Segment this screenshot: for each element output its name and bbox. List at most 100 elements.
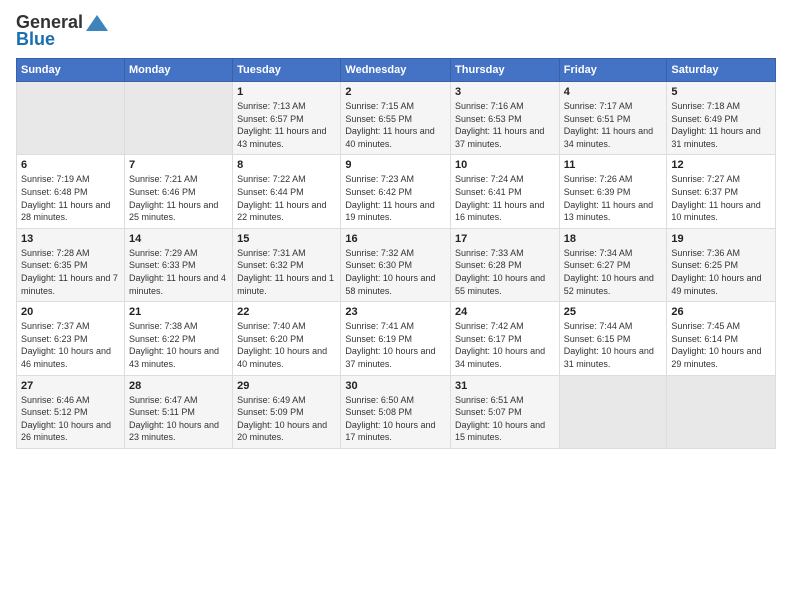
calendar-cell bbox=[667, 375, 776, 448]
day-detail: Sunrise: 7:40 AMSunset: 6:20 PMDaylight:… bbox=[237, 320, 336, 370]
calendar-cell bbox=[17, 82, 125, 155]
calendar-week-4: 20Sunrise: 7:37 AMSunset: 6:23 PMDayligh… bbox=[17, 302, 776, 375]
logo: General Blue bbox=[16, 12, 109, 50]
day-detail: Sunrise: 7:28 AMSunset: 6:35 PMDaylight:… bbox=[21, 247, 120, 297]
calendar-cell: 7 Sunrise: 7:21 AMSunset: 6:46 PMDaylight… bbox=[124, 155, 232, 228]
day-detail: Sunrise: 7:41 AMSunset: 6:19 PMDaylight:… bbox=[345, 320, 446, 370]
calendar-cell: 6 Sunrise: 7:19 AMSunset: 6:48 PMDaylight… bbox=[17, 155, 125, 228]
day-number: 8 bbox=[237, 159, 336, 171]
calendar-cell: 28 Sunrise: 6:47 AMSunset: 5:11 PMDayligh… bbox=[124, 375, 232, 448]
day-detail: Sunrise: 7:44 AMSunset: 6:15 PMDaylight:… bbox=[564, 320, 663, 370]
day-detail: Sunrise: 7:29 AMSunset: 6:33 PMDaylight:… bbox=[129, 247, 228, 297]
weekday-header-sunday: Sunday bbox=[17, 59, 125, 82]
day-detail: Sunrise: 7:13 AMSunset: 6:57 PMDaylight:… bbox=[237, 100, 336, 150]
day-number: 6 bbox=[21, 159, 120, 171]
day-number: 24 bbox=[455, 306, 555, 318]
day-detail: Sunrise: 7:19 AMSunset: 6:48 PMDaylight:… bbox=[21, 173, 120, 223]
day-number: 31 bbox=[455, 380, 555, 392]
calendar-cell: 22 Sunrise: 7:40 AMSunset: 6:20 PMDayligh… bbox=[233, 302, 341, 375]
logo-blue: Blue bbox=[16, 29, 55, 50]
calendar-cell: 25 Sunrise: 7:44 AMSunset: 6:15 PMDayligh… bbox=[559, 302, 667, 375]
calendar-cell: 8 Sunrise: 7:22 AMSunset: 6:44 PMDaylight… bbox=[233, 155, 341, 228]
calendar-week-3: 13 Sunrise: 7:28 AMSunset: 6:35 PMDayligh… bbox=[17, 228, 776, 301]
day-number: 28 bbox=[129, 380, 228, 392]
day-detail: Sunrise: 7:42 AMSunset: 6:17 PMDaylight:… bbox=[455, 320, 555, 370]
calendar-week-5: 27 Sunrise: 6:46 AMSunset: 5:12 PMDayligh… bbox=[17, 375, 776, 448]
calendar-cell: 19 Sunrise: 7:36 AMSunset: 6:25 PMDayligh… bbox=[667, 228, 776, 301]
calendar-cell: 10 Sunrise: 7:24 AMSunset: 6:41 PMDayligh… bbox=[451, 155, 560, 228]
calendar-cell: 16 Sunrise: 7:32 AMSunset: 6:30 PMDayligh… bbox=[341, 228, 451, 301]
weekday-header-thursday: Thursday bbox=[451, 59, 560, 82]
day-detail: Sunrise: 7:27 AMSunset: 6:37 PMDaylight:… bbox=[671, 173, 771, 223]
day-number: 11 bbox=[564, 159, 663, 171]
day-number: 22 bbox=[237, 306, 336, 318]
calendar-cell bbox=[124, 82, 232, 155]
day-detail: Sunrise: 7:16 AMSunset: 6:53 PMDaylight:… bbox=[455, 100, 555, 150]
calendar-cell: 5Sunrise: 7:18 AMSunset: 6:49 PMDaylight… bbox=[667, 82, 776, 155]
day-detail: Sunrise: 7:22 AMSunset: 6:44 PMDaylight:… bbox=[237, 173, 336, 223]
day-detail: Sunrise: 7:26 AMSunset: 6:39 PMDaylight:… bbox=[564, 173, 663, 223]
day-number: 27 bbox=[21, 380, 120, 392]
weekday-header-monday: Monday bbox=[124, 59, 232, 82]
day-number: 13 bbox=[21, 233, 120, 245]
day-number: 3 bbox=[455, 86, 555, 98]
day-detail: Sunrise: 7:33 AMSunset: 6:28 PMDaylight:… bbox=[455, 247, 555, 297]
calendar-cell: 30 Sunrise: 6:50 AMSunset: 5:08 PMDayligh… bbox=[341, 375, 451, 448]
calendar-cell: 18Sunrise: 7:34 AMSunset: 6:27 PMDayligh… bbox=[559, 228, 667, 301]
day-detail: Sunrise: 7:31 AMSunset: 6:32 PMDaylight:… bbox=[237, 247, 336, 297]
day-detail: Sunrise: 7:45 AMSunset: 6:14 PMDaylight:… bbox=[671, 320, 771, 370]
calendar-cell: 15 Sunrise: 7:31 AMSunset: 6:32 PMDayligh… bbox=[233, 228, 341, 301]
header: General Blue bbox=[16, 12, 776, 50]
day-number: 25 bbox=[564, 306, 663, 318]
day-number: 10 bbox=[455, 159, 555, 171]
calendar-cell: 12Sunrise: 7:27 AMSunset: 6:37 PMDayligh… bbox=[667, 155, 776, 228]
calendar-cell: 29 Sunrise: 6:49 AMSunset: 5:09 PMDayligh… bbox=[233, 375, 341, 448]
calendar-week-1: 1 Sunrise: 7:13 AMSunset: 6:57 PMDaylight… bbox=[17, 82, 776, 155]
calendar-cell: 21 Sunrise: 7:38 AMSunset: 6:22 PMDayligh… bbox=[124, 302, 232, 375]
day-number: 30 bbox=[345, 380, 446, 392]
weekday-header-wednesday: Wednesday bbox=[341, 59, 451, 82]
day-detail: Sunrise: 7:34 AMSunset: 6:27 PMDaylight:… bbox=[564, 247, 663, 297]
day-number: 1 bbox=[237, 86, 336, 98]
day-detail: Sunrise: 7:23 AMSunset: 6:42 PMDaylight:… bbox=[345, 173, 446, 223]
day-detail: Sunrise: 7:38 AMSunset: 6:22 PMDaylight:… bbox=[129, 320, 228, 370]
calendar-cell: 20Sunrise: 7:37 AMSunset: 6:23 PMDayligh… bbox=[17, 302, 125, 375]
day-detail: Sunrise: 7:24 AMSunset: 6:41 PMDaylight:… bbox=[455, 173, 555, 223]
calendar-cell: 24 Sunrise: 7:42 AMSunset: 6:17 PMDayligh… bbox=[451, 302, 560, 375]
day-detail: Sunrise: 6:46 AMSunset: 5:12 PMDaylight:… bbox=[21, 394, 120, 444]
day-number: 7 bbox=[129, 159, 228, 171]
day-number: 29 bbox=[237, 380, 336, 392]
day-detail: Sunrise: 7:32 AMSunset: 6:30 PMDaylight:… bbox=[345, 247, 446, 297]
day-number: 19 bbox=[671, 233, 771, 245]
day-number: 4 bbox=[564, 86, 663, 98]
day-detail: Sunrise: 6:50 AMSunset: 5:08 PMDaylight:… bbox=[345, 394, 446, 444]
day-detail: Sunrise: 7:37 AMSunset: 6:23 PMDaylight:… bbox=[21, 320, 120, 370]
calendar-week-2: 6 Sunrise: 7:19 AMSunset: 6:48 PMDaylight… bbox=[17, 155, 776, 228]
day-detail: Sunrise: 7:18 AMSunset: 6:49 PMDaylight:… bbox=[671, 100, 771, 150]
logo-icon bbox=[86, 15, 108, 31]
weekday-header-tuesday: Tuesday bbox=[233, 59, 341, 82]
day-number: 21 bbox=[129, 306, 228, 318]
day-number: 2 bbox=[345, 86, 446, 98]
calendar-cell: 14 Sunrise: 7:29 AMSunset: 6:33 PMDayligh… bbox=[124, 228, 232, 301]
calendar-cell: 31Sunrise: 6:51 AMSunset: 5:07 PMDayligh… bbox=[451, 375, 560, 448]
calendar-cell: 2Sunrise: 7:15 AMSunset: 6:55 PMDaylight… bbox=[341, 82, 451, 155]
calendar-cell: 27 Sunrise: 6:46 AMSunset: 5:12 PMDayligh… bbox=[17, 375, 125, 448]
day-detail: Sunrise: 7:36 AMSunset: 6:25 PMDaylight:… bbox=[671, 247, 771, 297]
day-number: 9 bbox=[345, 159, 446, 171]
weekday-header-saturday: Saturday bbox=[667, 59, 776, 82]
calendar-cell: 13 Sunrise: 7:28 AMSunset: 6:35 PMDayligh… bbox=[17, 228, 125, 301]
weekday-header-friday: Friday bbox=[559, 59, 667, 82]
day-number: 14 bbox=[129, 233, 228, 245]
day-number: 16 bbox=[345, 233, 446, 245]
calendar-cell bbox=[559, 375, 667, 448]
day-detail: Sunrise: 6:49 AMSunset: 5:09 PMDaylight:… bbox=[237, 394, 336, 444]
day-number: 26 bbox=[671, 306, 771, 318]
calendar-cell: 17 Sunrise: 7:33 AMSunset: 6:28 PMDayligh… bbox=[451, 228, 560, 301]
day-number: 15 bbox=[237, 233, 336, 245]
calendar-cell: 23Sunrise: 7:41 AMSunset: 6:19 PMDayligh… bbox=[341, 302, 451, 375]
calendar-cell: 9 Sunrise: 7:23 AMSunset: 6:42 PMDaylight… bbox=[341, 155, 451, 228]
day-detail: Sunrise: 6:47 AMSunset: 5:11 PMDaylight:… bbox=[129, 394, 228, 444]
day-detail: Sunrise: 7:21 AMSunset: 6:46 PMDaylight:… bbox=[129, 173, 228, 223]
day-number: 17 bbox=[455, 233, 555, 245]
